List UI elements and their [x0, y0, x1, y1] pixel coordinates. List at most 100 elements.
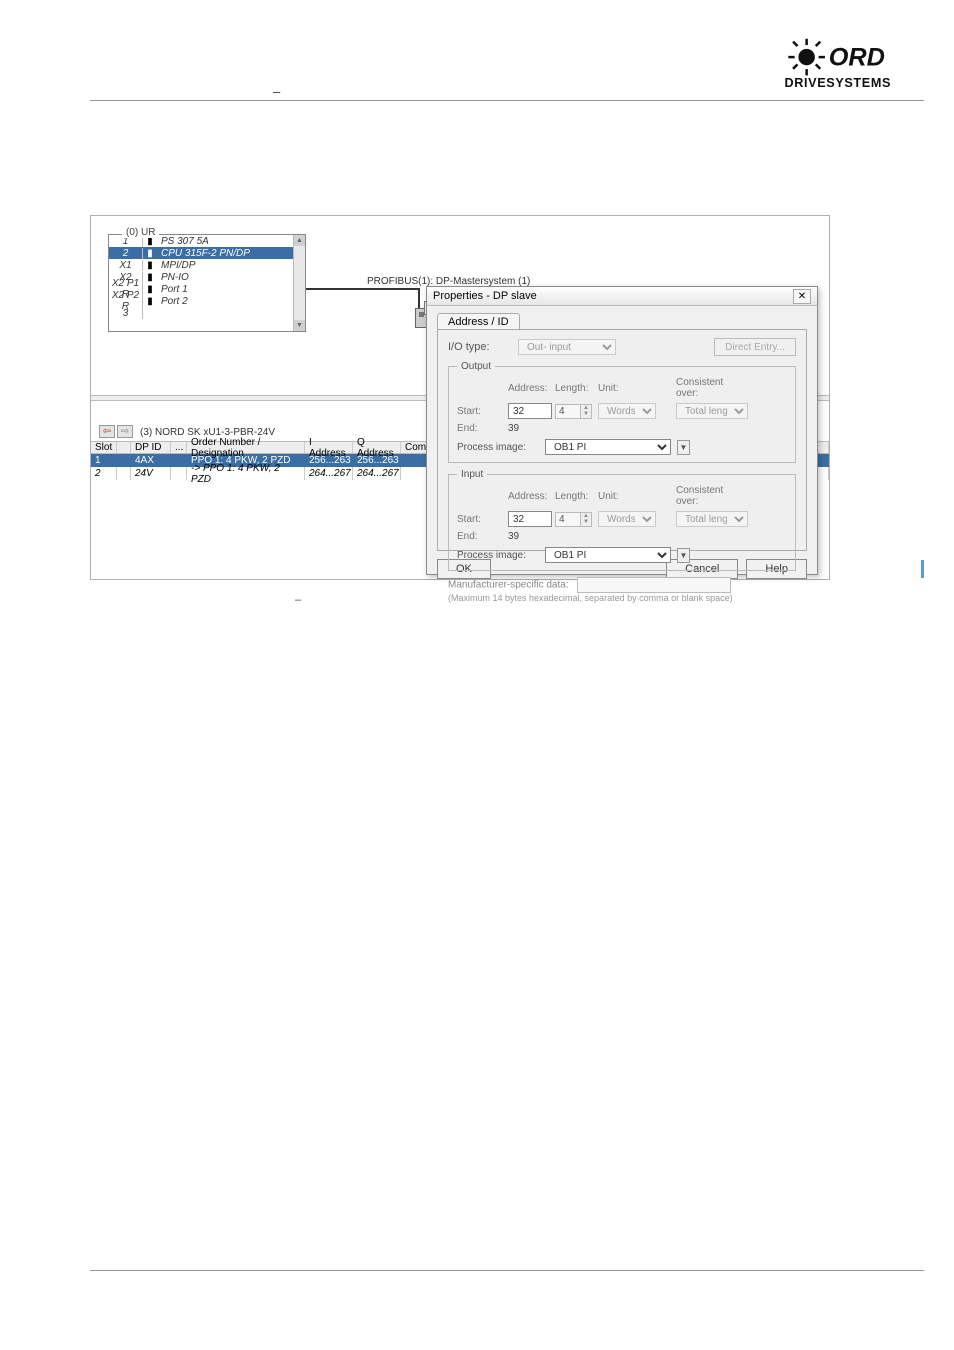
module-icon: ▮: [143, 272, 157, 283]
step-down-icon: ▼: [581, 519, 591, 526]
cell-slot: 2: [91, 467, 117, 480]
output-length-value: [555, 404, 581, 419]
page-rule-bottom: [90, 1270, 924, 1271]
bus-drop: [418, 288, 420, 310]
module-icon: ▮: [143, 260, 157, 271]
rack-row-selected[interactable]: 2 ▮ CPU 315F-2 PN/DP: [109, 247, 305, 259]
rack-label: MPI/DP: [157, 260, 305, 271]
output-unit-select: Words: [598, 403, 656, 419]
dialog-titlebar[interactable]: Properties - DP slave ✕: [427, 287, 817, 306]
chevron-down-icon[interactable]: ▼: [677, 548, 690, 563]
rack-scrollbar[interactable]: ▲ ▼: [293, 235, 305, 331]
manufacturer-data-label: Manufacturer-specific data:: [448, 580, 569, 591]
rack-row[interactable]: X2 P2 R ▮ Port 2: [109, 295, 305, 307]
dialog-title: Properties - DP slave: [433, 290, 537, 302]
rack-label: Port 2: [157, 296, 305, 307]
input-group: Input Address: Length: Unit: Consistent …: [448, 469, 796, 571]
input-start-input[interactable]: [508, 511, 552, 527]
nord-logo: ORD DRIVESYSTEMS: [784, 35, 924, 98]
rack-label: CPU 315F-2 PN/DP: [157, 248, 305, 259]
cell-designation: -> PPO 1: 4 PKW, 2 PZD: [187, 467, 305, 480]
tab-pane: I/O type: Out- input Direct Entry... Out…: [437, 329, 807, 551]
screenshot-frame: (0) UR 1 ▮ PS 307 5A 2 ▮ CPU 315F-2 PN/D…: [90, 215, 830, 580]
input-end-value: 39: [508, 531, 552, 542]
input-unit-select: Words: [598, 511, 656, 527]
cell-icon: [117, 467, 131, 480]
cell-dpid: 24V: [131, 467, 171, 480]
rack-num: 2: [109, 248, 143, 259]
figure-caption: –: [295, 594, 301, 606]
rack-row[interactable]: 3: [109, 307, 305, 319]
cell-slot: 1: [91, 454, 117, 467]
rack-label: PS 307 5A: [157, 236, 305, 247]
cons-header: Consistent over:: [676, 377, 748, 399]
rack-rows: 1 ▮ PS 307 5A 2 ▮ CPU 315F-2 PN/DP X1 ▮ …: [109, 235, 305, 319]
output-start-input[interactable]: [508, 403, 552, 419]
chevron-down-icon[interactable]: ▼: [677, 440, 690, 455]
output-length-stepper: ▲▼: [555, 404, 595, 419]
cell-ellipsis: [171, 467, 187, 480]
rack-row[interactable]: X1 ▮ MPI/DP: [109, 259, 305, 271]
rack-num: X1: [109, 260, 143, 271]
input-pi-select[interactable]: OB1 PI: [545, 547, 671, 563]
col-dpid: DP ID: [131, 442, 171, 453]
module-icon: ▮: [143, 248, 157, 259]
scroll-down-icon[interactable]: ▼: [294, 320, 305, 331]
page-rule-top: [90, 100, 924, 101]
manufacturer-data-input: [577, 577, 731, 593]
header-dash: –: [273, 84, 280, 99]
rack-label: PN-IO: [157, 272, 305, 283]
col-qaddr: Q Address: [353, 442, 401, 453]
module-icon: ▮: [143, 296, 157, 307]
end-label: End:: [457, 423, 505, 434]
track-change-bar: [921, 560, 924, 578]
cell-qaddr: 264...267: [353, 467, 401, 480]
io-type-select: Out- input: [518, 339, 616, 355]
bus-line: [306, 288, 418, 290]
close-icon[interactable]: ✕: [793, 289, 811, 304]
rack-title: (0) UR: [122, 227, 159, 238]
output-legend: Output: [457, 361, 495, 372]
cell-dpid: 4AX: [131, 454, 171, 467]
input-consistent-select: Total length: [676, 511, 748, 527]
col-designation: Order Number / Designation: [187, 442, 305, 453]
back-arrow-icon[interactable]: ⇦: [99, 425, 115, 438]
cell-icon: [117, 454, 131, 467]
col-slot: Slot: [91, 442, 117, 453]
svg-text:ORD: ORD: [829, 43, 885, 71]
module-icon: ▮: [143, 284, 157, 295]
unit-header: Unit:: [598, 491, 656, 502]
addr-header: Address:: [508, 383, 552, 394]
cell-qaddr: 256...263: [353, 454, 401, 467]
col-iaddr: I Address: [305, 442, 353, 453]
cell-iaddr: 264...267: [305, 467, 353, 480]
svg-text:DRIVESYSTEMS: DRIVESYSTEMS: [785, 76, 892, 90]
properties-dialog: Properties - DP slave ✕ Address / ID I/O…: [426, 286, 818, 575]
len-header: Length:: [555, 383, 595, 394]
io-type-label: I/O type:: [448, 341, 510, 353]
input-legend: Input: [457, 469, 487, 480]
rack-panel: (0) UR 1 ▮ PS 307 5A 2 ▮ CPU 315F-2 PN/D…: [108, 234, 306, 332]
cons-header: Consistent over:: [676, 485, 748, 507]
unit-header: Unit:: [598, 383, 656, 394]
rack-num: 3: [109, 308, 143, 319]
input-length-value: [555, 512, 581, 527]
forward-arrow-icon[interactable]: ⇨: [117, 425, 133, 438]
addr-header: Address:: [508, 491, 552, 502]
nav-buttons: ⇦ ⇨: [99, 425, 133, 438]
output-group: Output Address: Length: Unit: Consistent…: [448, 361, 796, 463]
output-pi-select[interactable]: OB1 PI: [545, 439, 671, 455]
start-label: Start:: [457, 406, 505, 417]
end-label: End:: [457, 531, 505, 542]
scroll-up-icon[interactable]: ▲: [294, 235, 305, 246]
rack-label: Port 1: [157, 284, 305, 295]
output-pi-label: Process image:: [457, 442, 539, 453]
input-pi-label: Process image:: [457, 550, 539, 561]
tab-address-id[interactable]: Address / ID: [437, 313, 520, 330]
manufacturer-note: (Maximum 14 bytes hexadecimal, separated…: [448, 593, 796, 603]
col-icon: [117, 442, 131, 453]
len-header: Length:: [555, 491, 595, 502]
cell-ellipsis: [171, 454, 187, 467]
step-down-icon: ▼: [581, 411, 591, 418]
output-end-value: 39: [508, 423, 552, 434]
